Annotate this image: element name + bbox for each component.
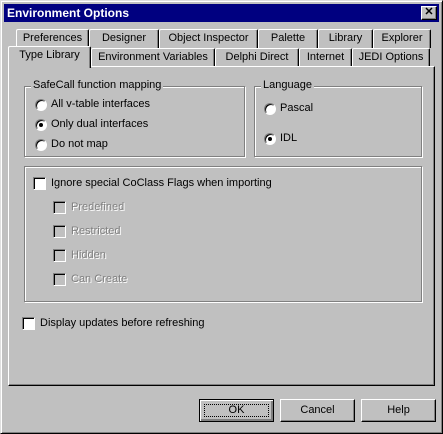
tab-object-inspector[interactable]: Object Inspector [159,29,258,48]
radio-label: IDL [280,132,298,144]
tab-label: Environment Variables [98,51,208,63]
tab-delphi-direct[interactable]: Delphi Direct [215,48,299,67]
checkbox-label: Display updates before refreshing [40,317,205,329]
tab-type-library[interactable]: Type Library [8,46,91,68]
tab-label: Designer [101,32,147,44]
checkbox [53,273,66,286]
title-bar[interactable]: Environment Options ✕ [4,4,439,22]
language-group-title: Language [261,79,314,91]
cancel-button[interactable]: Cancel [280,399,355,422]
checkbox[interactable] [22,317,35,330]
checkbox[interactable] [33,177,46,190]
radio-button[interactable] [35,99,47,111]
tab-label: Type Library [19,49,80,61]
tab-designer[interactable]: Designer [89,29,159,48]
checkbox-label: Ignore special CoClass Flags when import… [51,177,272,189]
tab-label: Explorer [381,32,423,44]
checkbox [53,201,66,214]
environment-options-dialog: Environment Options ✕ Preferences Design… [0,0,443,434]
close-button[interactable]: ✕ [421,6,437,20]
coclass-flags-group: Ignore special CoClass Flags when import… [24,166,422,302]
tab-explorer[interactable]: Explorer [373,29,431,48]
window-title: Environment Options [7,6,130,20]
radio-button[interactable] [35,119,47,131]
type-library-page: SafeCall function mapping All v-table in… [8,66,435,386]
radio-button[interactable] [264,133,276,145]
tab-environment-variables[interactable]: Environment Variables [91,48,215,67]
checkbox [53,225,66,238]
radio-label: All v-table interfaces [51,98,151,110]
ok-button[interactable]: OK [199,399,274,422]
language-group: Language Pascal IDL [254,79,422,157]
checkbox-label: Predefined [71,201,125,213]
radio-label: Do not map [51,138,108,150]
tab-label: JEDI Options [358,51,424,63]
safecall-group: SafeCall function mapping All v-table in… [24,79,245,157]
checkbox-label: Restricted [71,225,121,237]
radio-button[interactable] [35,139,47,151]
radio-label: Pascal [280,102,314,114]
checkbox-label: Can Create [71,273,128,285]
help-button-label: Help [387,404,410,416]
safecall-group-title: SafeCall function mapping [31,79,164,91]
tab-palette[interactable]: Palette [258,29,318,48]
tab-label: Delphi Direct [225,51,289,63]
close-icon: ✕ [424,6,434,18]
tab-label: Palette [270,32,306,44]
radio-label: Only dual interfaces [51,118,149,130]
tab-label: Object Inspector [168,32,249,44]
tab-jedi-options[interactable]: JEDI Options [352,48,430,67]
tab-label: Preferences [22,32,83,44]
tab-label: Library [328,32,363,44]
checkbox-label: Hidden [71,249,106,261]
tab-label: Internet [306,51,345,63]
checkbox [53,249,66,262]
cancel-button-label: Cancel [300,404,335,416]
help-button[interactable]: Help [361,399,436,422]
radio-button[interactable] [264,103,276,115]
ok-button-label: OK [228,404,245,416]
tab-internet[interactable]: Internet [299,48,352,67]
tab-library[interactable]: Library [318,29,373,48]
